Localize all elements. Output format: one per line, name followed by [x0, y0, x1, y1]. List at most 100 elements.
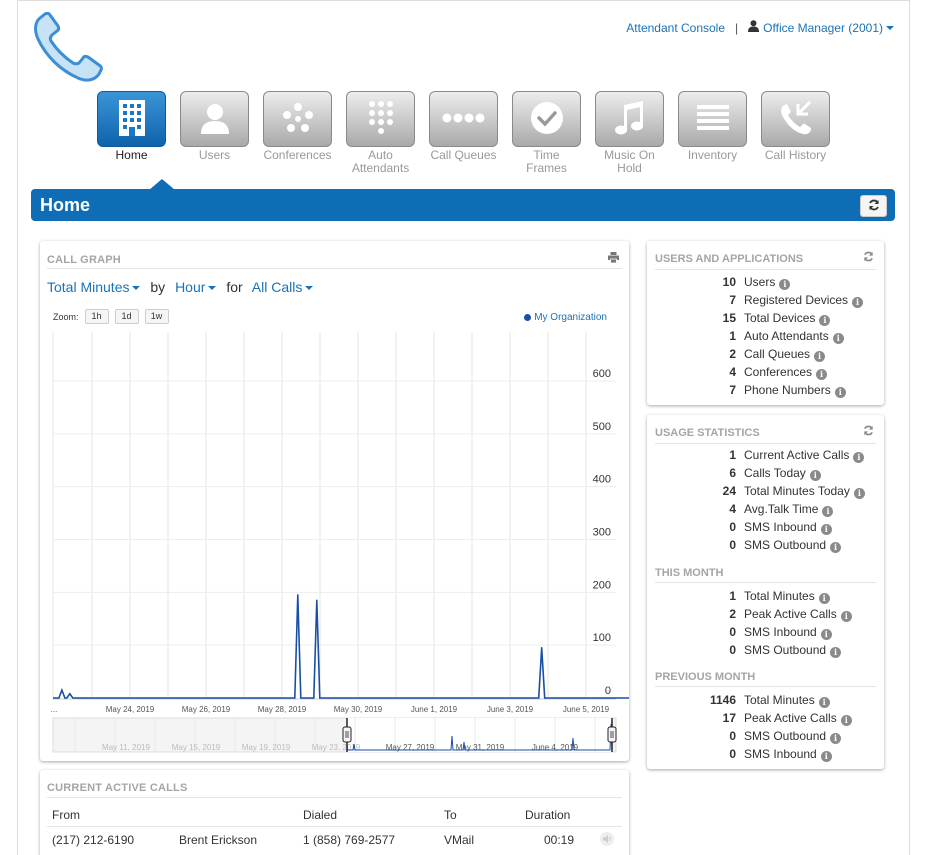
info-icon[interactable]: i — [818, 697, 830, 708]
info-icon[interactable]: i — [852, 297, 864, 308]
stat-label-group: Peak Active Calls i — [744, 711, 852, 726]
speaker-icon[interactable] — [600, 832, 614, 849]
info-icon[interactable]: i — [834, 387, 846, 398]
users-apps-panel: USERS AND APPLICATIONS 10 Users i 7 Register… — [647, 241, 884, 405]
stat-row: 17 Peak Active Calls i — [647, 711, 884, 729]
navigator-handle[interactable] — [342, 726, 352, 743]
nav-tile-call-history[interactable]: Call History — [761, 91, 830, 175]
stat-label: Users — [744, 275, 776, 289]
col-header-from[interactable]: From — [52, 808, 80, 822]
divider — [655, 269, 876, 270]
nav-tile-call-queues[interactable]: Call Queues — [429, 91, 498, 175]
stat-label-group: Current Active Calls i — [744, 448, 865, 463]
col-header-duration[interactable]: Duration — [525, 808, 570, 822]
stat-label: Registered Devices — [744, 293, 849, 307]
refresh-button[interactable] — [860, 195, 887, 217]
stat-label: Total Minutes Today — [744, 484, 850, 498]
info-icon[interactable]: i — [840, 611, 852, 622]
nav-tile-label: Call History — [764, 148, 827, 162]
info-icon[interactable]: i — [822, 506, 834, 517]
y-tick-label: 600 — [593, 368, 611, 380]
info-icon[interactable]: i — [816, 369, 828, 380]
info-icon[interactable]: i — [853, 452, 865, 463]
from-name: Brent Erickson — [179, 833, 258, 847]
stat-label: Total Devices — [744, 311, 816, 325]
info-icon[interactable]: i — [819, 315, 831, 326]
page-title-bar: Home — [31, 179, 895, 221]
info-icon[interactable]: i — [809, 470, 821, 481]
stat-row: 0 SMS Inbound i — [647, 520, 884, 538]
y-tick-label: 300 — [593, 527, 611, 539]
data-point — [297, 594, 299, 596]
info-icon[interactable]: i — [832, 333, 844, 344]
nav-tile-label: Home — [115, 148, 148, 162]
divider — [655, 582, 876, 583]
x-tick-label: May 24, 2019 — [106, 705, 155, 714]
attendant-console-link[interactable]: Attendant Console — [626, 21, 725, 35]
stat-label: Current Active Calls — [744, 448, 850, 462]
stat-value: 0 — [729, 747, 736, 761]
stat-value: 7 — [729, 293, 736, 307]
nav-tile-time-frames[interactable]: Time Frames — [512, 91, 581, 175]
stat-label-group: Registered Devices i — [744, 293, 864, 308]
stat-label-group: SMS Inbound i — [744, 520, 832, 535]
stat-value: 15 — [722, 311, 736, 325]
info-icon[interactable]: i — [820, 751, 832, 762]
stat-label-group: Phone Numbers i — [744, 383, 846, 398]
stat-label-group: Total Devices i — [744, 311, 831, 326]
stat-label: SMS Inbound — [744, 625, 817, 639]
y-tick-label: 100 — [593, 632, 611, 644]
stat-value: 1146 — [709, 693, 736, 707]
nav-tile-label: Inventory — [687, 148, 738, 162]
building-icon — [118, 99, 145, 139]
stat-value: 7 — [729, 383, 736, 397]
stat-row: 0 SMS Outbound i — [647, 538, 884, 556]
users-apps-title: USERS AND APPLICATIONS — [655, 253, 804, 265]
stat-row: 2 Peak Active Calls i — [647, 607, 884, 625]
from-number: (217) 212-6190 — [52, 833, 135, 847]
stat-label-group: SMS Outbound i — [744, 538, 842, 553]
stat-label-group: SMS Inbound i — [744, 747, 832, 762]
nav-tile-music-on-hold[interactable]: Music On Hold — [595, 91, 664, 175]
navigator-handle[interactable] — [607, 726, 617, 743]
phone-history-icon — [779, 100, 813, 138]
stat-label-group: Calls Today i — [744, 466, 821, 481]
user-menu-label: Office Manager (2001) — [763, 20, 883, 35]
chevron-down-icon — [886, 26, 894, 31]
info-icon[interactable]: i — [830, 542, 842, 553]
user-menu-dropdown[interactable]: Office Manager (2001) — [763, 21, 894, 35]
nav-tile-auto-attendants[interactable]: Auto Attendants — [346, 91, 415, 175]
info-icon[interactable]: i — [820, 524, 832, 535]
navigator-label: May 27, 2019 — [386, 743, 435, 752]
data-point — [69, 692, 71, 695]
stat-label: Avg.Talk Time — [744, 502, 819, 516]
info-icon[interactable]: i — [779, 279, 791, 290]
info-icon[interactable]: i — [818, 593, 830, 604]
nav-tile-users[interactable]: Users — [180, 91, 249, 175]
nav-tile-home[interactable]: Home — [97, 91, 166, 175]
stat-row: 4 Conferences i — [647, 365, 884, 383]
stat-label-group: SMS Outbound i — [744, 643, 842, 658]
col-header-dialed[interactable]: Dialed — [303, 808, 337, 822]
info-icon[interactable]: i — [840, 715, 852, 726]
info-icon[interactable]: i — [853, 488, 865, 499]
refresh-icon — [868, 199, 880, 214]
call-graph-panel: CALL GRAPH Total Minutes by Hour for All… — [40, 241, 629, 761]
call-duration: 00:19 — [544, 833, 575, 847]
info-icon[interactable]: i — [830, 733, 842, 744]
stat-value: 4 — [729, 365, 736, 379]
info-icon[interactable]: i — [830, 647, 842, 658]
stat-label: SMS Inbound — [744, 747, 817, 761]
nav-tile-inventory[interactable]: Inventory — [678, 91, 747, 175]
info-icon[interactable]: i — [814, 351, 826, 362]
refresh-icon[interactable] — [863, 251, 874, 265]
stat-value: 2 — [729, 347, 736, 361]
nav-tile-label: Auto Attendants — [351, 148, 410, 175]
col-header-to[interactable]: To — [444, 808, 457, 822]
stat-value: 0 — [729, 625, 736, 639]
refresh-icon[interactable] — [863, 425, 874, 439]
nav-tile-conferences[interactable]: Conferences — [263, 91, 332, 175]
queue-dots-icon — [442, 112, 486, 126]
info-icon[interactable]: i — [820, 629, 832, 640]
nav-tile-label: Music On Hold — [604, 148, 655, 175]
